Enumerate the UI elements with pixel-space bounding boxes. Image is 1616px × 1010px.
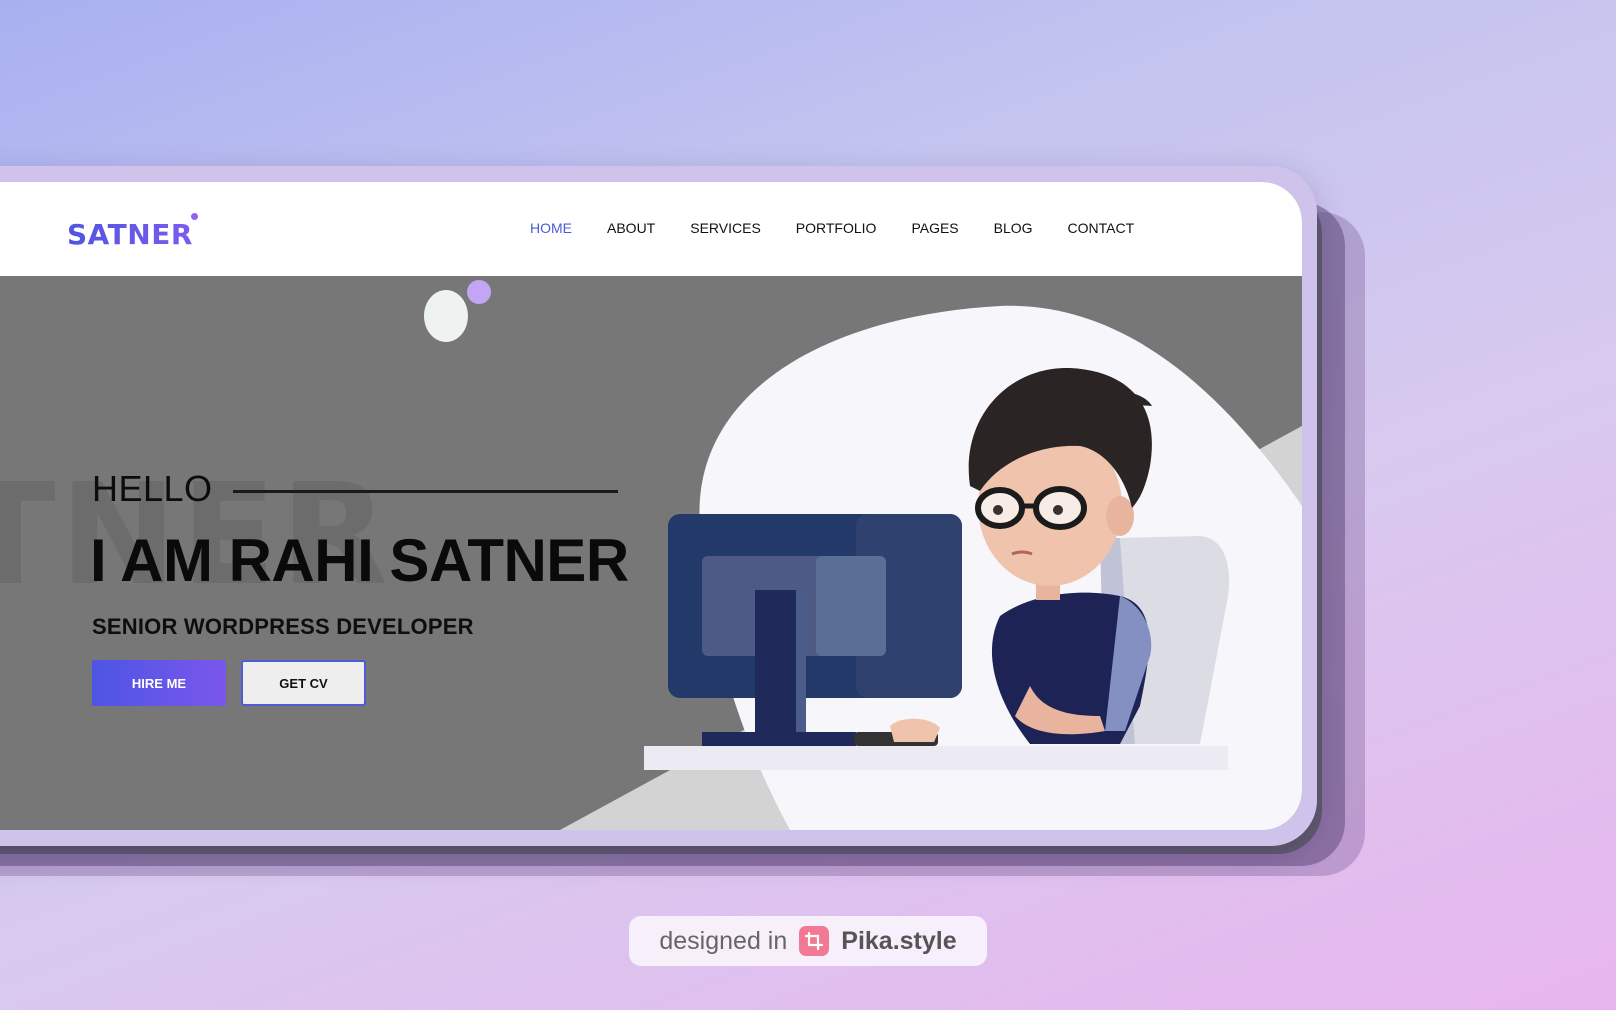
get-cv-button[interactable]: GET CV	[241, 660, 366, 706]
greeting-row: HELLO	[92, 468, 618, 510]
hero-section: TNER HELLO I AM RAHI SATNER SENIOR WORDP…	[0, 276, 1302, 830]
nav-item-home[interactable]: HOME	[530, 220, 572, 236]
nav-item-services[interactable]: SERVICES	[690, 220, 761, 236]
crop-icon	[799, 926, 830, 956]
developer-at-computer-illustration	[560, 305, 1302, 830]
nav-item-about[interactable]: ABOUT	[607, 220, 655, 236]
pika-style-watermark[interactable]: designed in Pika.style	[629, 916, 987, 966]
decorative-bubble	[467, 280, 491, 304]
greeting-text: HELLO	[92, 468, 213, 509]
nav-item-contact[interactable]: CONTACT	[1068, 220, 1135, 236]
site-logo[interactable]: SATNER	[67, 218, 193, 251]
website-screenshot: SATNER HOME ABOUT SERVICES PORTFOLIO PAG…	[0, 182, 1302, 830]
watermark-prefix: designed in	[659, 926, 788, 955]
logo-dot	[191, 213, 198, 220]
decorative-bubble	[424, 290, 468, 342]
nav-item-portfolio[interactable]: PORTFOLIO	[796, 220, 877, 236]
nav-item-pages[interactable]: PAGES	[911, 220, 958, 236]
navbar: SATNER HOME ABOUT SERVICES PORTFOLIO PAG…	[0, 182, 1302, 276]
hire-me-button[interactable]: HIRE ME	[92, 660, 226, 706]
hero-title: I AM RAHI SATNER	[90, 527, 629, 594]
watermark-brand: Pika.style	[841, 926, 957, 955]
nav-item-blog[interactable]: BLOG	[994, 220, 1033, 236]
main-nav: HOME ABOUT SERVICES PORTFOLIO PAGES BLOG…	[530, 220, 1169, 236]
hero-subtitle: SENIOR WORDPRESS DEVELOPER	[92, 614, 474, 639]
